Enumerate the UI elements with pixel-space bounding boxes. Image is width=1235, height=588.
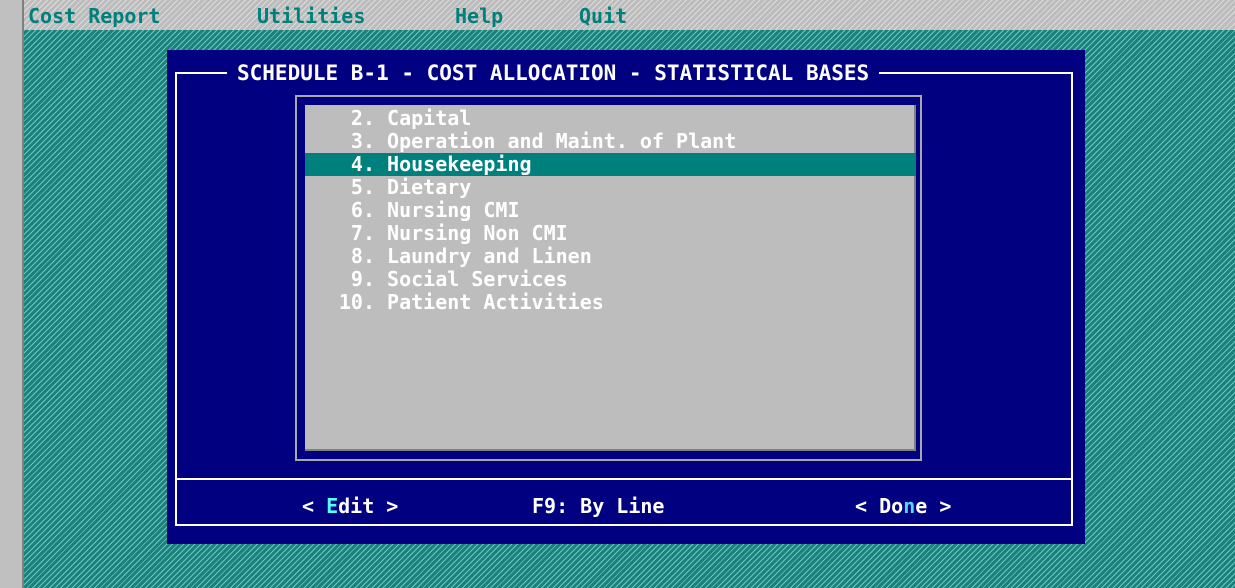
list-item-nursing-non-cmi[interactable]: 7. Nursing Non CMI <box>305 222 916 245</box>
dos-screen: Cost Report Utilities Help Quit SCHEDULE… <box>0 0 1235 588</box>
list-item-number: 7. <box>350 221 375 245</box>
done-button-close: > <box>927 494 952 518</box>
menu-quit[interactable]: Quit <box>579 6 627 26</box>
statistical-bases-dialog: SCHEDULE B-1 - COST ALLOCATION - STATIST… <box>167 50 1085 544</box>
edit-button[interactable]: < Edit > <box>302 494 398 518</box>
done-button[interactable]: < Done > <box>855 494 951 518</box>
list-item-label: Laundry and Linen <box>387 244 592 268</box>
list-item-patient-activities[interactable]: 10. Patient Activities <box>305 291 916 314</box>
dialog-title: SCHEDULE B-1 - COST ALLOCATION - STATIST… <box>227 62 880 84</box>
list-item-label: Social Services <box>387 267 568 291</box>
list-item-number: 6. <box>350 198 375 222</box>
list-item-laundry-linen[interactable]: 8. Laundry and Linen <box>305 245 916 268</box>
menu-bar: Cost Report Utilities Help Quit <box>24 0 1235 30</box>
list-item-label: Dietary <box>387 175 472 199</box>
list-item-number: 10. <box>338 290 375 314</box>
edit-button-rest: dit <box>338 494 375 518</box>
done-button-open: < <box>855 494 880 518</box>
list-item-number: 9. <box>350 267 375 291</box>
cost-center-list-body: 2. Capital 3. Operation and Maint. of Pl… <box>305 105 916 451</box>
menu-cost-report[interactable]: Cost Report <box>28 6 160 26</box>
list-item-label: Patient Activities <box>387 290 604 314</box>
list-item-social-services[interactable]: 9. Social Services <box>305 268 916 291</box>
list-item-number: 2. <box>350 106 375 130</box>
list-item-operation-maint[interactable]: 3. Operation and Maint. of Plant <box>305 130 916 153</box>
button-divider <box>175 478 1073 480</box>
by-line-button[interactable]: F9: By Line <box>532 494 664 518</box>
list-item-number: 5. <box>350 175 375 199</box>
edit-button-close: > <box>374 494 399 518</box>
list-item-number: 4. <box>350 152 375 176</box>
list-item-number: 3. <box>350 129 375 153</box>
done-button-pre: Do <box>879 494 904 518</box>
edit-hotkey: E <box>326 494 339 518</box>
list-item-dietary[interactable]: 5. Dietary <box>305 176 916 199</box>
list-item-label: Housekeeping <box>387 152 532 176</box>
list-item-label: Nursing Non CMI <box>387 221 568 245</box>
edit-button-open: < <box>302 494 327 518</box>
window-left-edge <box>0 0 24 588</box>
list-item-housekeeping[interactable]: 4. Housekeeping <box>305 153 916 176</box>
list-item-nursing-cmi[interactable]: 6. Nursing CMI <box>305 199 916 222</box>
list-item-label: Operation and Maint. of Plant <box>387 129 737 153</box>
cost-center-list[interactable]: 2. Capital 3. Operation and Maint. of Pl… <box>295 95 922 461</box>
done-hotkey: n <box>903 494 916 518</box>
list-item-label: Nursing CMI <box>387 198 520 222</box>
menu-utilities[interactable]: Utilities <box>257 6 365 26</box>
list-item-label: Capital <box>387 106 472 130</box>
list-item-number: 8. <box>350 244 375 268</box>
list-item-capital[interactable]: 2. Capital <box>305 107 916 130</box>
done-button-rest: e <box>915 494 928 518</box>
menu-help[interactable]: Help <box>455 6 503 26</box>
